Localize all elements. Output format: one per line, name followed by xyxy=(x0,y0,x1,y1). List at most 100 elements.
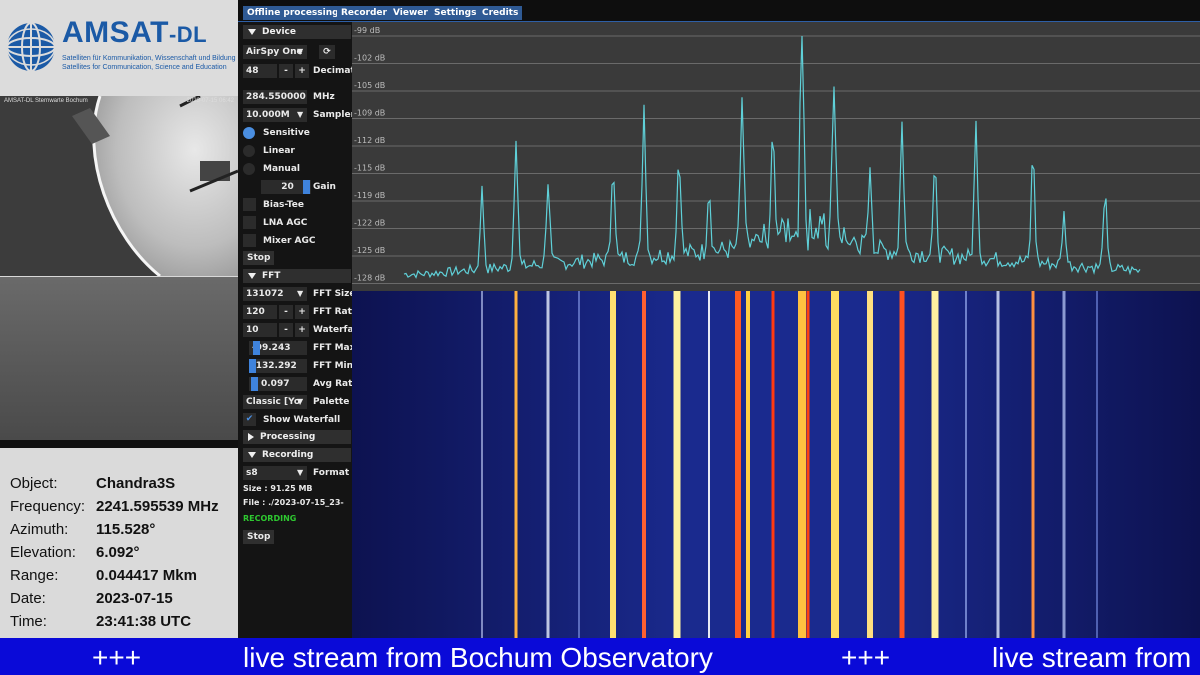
fft-rate-plus-button[interactable]: + xyxy=(295,305,309,319)
tab-viewer[interactable]: Viewer xyxy=(389,6,432,20)
ticker-separator: +++ xyxy=(841,642,891,673)
tab-offline-processing[interactable]: Offline processing xyxy=(243,6,343,20)
info-row-date: Date: 2023-07-15 xyxy=(10,590,173,607)
fft-size-label: FFT Size xyxy=(313,289,352,299)
fft-tick-label: -99 dB xyxy=(354,26,380,35)
ticker-message: live stream from Bochum Observatory xyxy=(243,642,713,673)
bias-tee-checkbox[interactable]: Bias-Tee xyxy=(243,198,352,212)
satellite-info-panel: Object: Chandra3S Frequency: 2241.595539 M… xyxy=(0,448,238,638)
decimation-input[interactable]: 48 xyxy=(243,64,277,78)
stream-overlay-left: AMSAT-DL Satelliten für Kommunikation, W… xyxy=(0,0,238,638)
tab-recorder[interactable]: Recorder xyxy=(337,6,391,20)
waterfall-rate-minus-button[interactable]: - xyxy=(279,323,293,337)
fft-max-slider-handle[interactable] xyxy=(253,341,260,355)
waterfall-signal-line xyxy=(735,291,741,638)
show-waterfall-checkbox[interactable]: ✔ Show Waterfall xyxy=(243,413,352,427)
expand-icon xyxy=(248,432,254,441)
waterfall-rate-plus-button[interactable]: + xyxy=(295,323,309,337)
decimation-row: 48 - + Decimation xyxy=(243,64,352,78)
samplerate-label: Samplerate xyxy=(313,110,352,120)
mixer-agc-checkbox[interactable]: Mixer AGC xyxy=(243,234,352,248)
decimation-plus-button[interactable]: + xyxy=(295,64,309,78)
waterfall-signal-line xyxy=(578,291,580,638)
logo-subtitle-de: Satelliten für Kommunikation, Wissenscha… xyxy=(62,55,236,62)
checkmark-icon: ✔ xyxy=(243,413,256,426)
decimation-minus-button[interactable]: - xyxy=(279,64,293,78)
avg-rate-row: 0.097 Avg Rate xyxy=(243,377,352,391)
camera-overlay-text: AMSAT-DL Sternwarte Bochum xyxy=(4,98,88,104)
waterfall-display[interactable] xyxy=(352,291,1200,638)
radio-icon xyxy=(243,163,255,175)
collapse-icon xyxy=(248,28,256,35)
fft-max-label: FFT Max xyxy=(313,343,352,353)
chevron-down-icon: ▼ xyxy=(297,47,304,56)
fft-rate-row: 120 - + FFT Rate xyxy=(243,305,352,319)
fft-rate-minus-button[interactable]: - xyxy=(279,305,293,319)
fft-svg: -99 dB -102 dB -105 dB -109 dB -112 dB -115 d… xyxy=(352,26,1200,284)
recorder-control-panel: Device AirSpy One ▼ ⟳ 48 - + Decimation … xyxy=(238,22,352,638)
sky-camera-feed xyxy=(0,277,238,440)
avg-rate-label: Avg Rate xyxy=(313,379,352,389)
chevron-down-icon: ▼ xyxy=(297,397,304,406)
globe-icon xyxy=(6,22,56,72)
lna-agc-checkbox[interactable]: LNA AGC xyxy=(243,216,352,230)
fft-tick-label: -125 dB xyxy=(354,246,385,255)
gain-mode-sensitive[interactable]: Sensitive xyxy=(243,126,352,140)
chevron-down-icon: ▼ xyxy=(297,289,304,298)
device-row: AirSpy One ▼ ⟳ xyxy=(243,45,352,59)
fft-tick-label: -115 dB xyxy=(354,164,385,173)
amsat-logo: AMSAT-DL Satelliten für Kommunikation, W… xyxy=(0,0,238,96)
fft-tick-label: -128 dB xyxy=(354,274,385,283)
waterfall-svg xyxy=(352,291,1200,638)
waterfall-signal-line xyxy=(931,291,939,638)
waterfall-signal-line xyxy=(673,291,681,638)
fft-tick-label: -105 dB xyxy=(354,81,385,90)
avg-rate-slider-handle[interactable] xyxy=(251,377,258,391)
fft-tick-label: -102 dB xyxy=(354,54,385,63)
divider xyxy=(0,440,238,448)
waterfall-signal-line xyxy=(610,291,616,638)
checkbox-icon xyxy=(243,234,256,247)
device-stop-button[interactable]: Stop xyxy=(243,251,275,265)
recording-stop-button[interactable]: Stop xyxy=(243,530,275,544)
processing-section-header[interactable]: Processing xyxy=(243,430,351,444)
sky-image xyxy=(0,277,238,440)
fft-spectrum-plot[interactable]: -99 dB -102 dB -105 dB -109 dB -112 dB -115 d… xyxy=(352,22,1200,291)
recording-section-header[interactable]: Recording xyxy=(243,448,351,462)
gain-slider-handle[interactable] xyxy=(303,180,310,194)
fft-rate-input[interactable]: 120 xyxy=(243,305,277,319)
gain-mode-linear[interactable]: Linear xyxy=(243,144,352,158)
gain-slider-row: 20 Gain xyxy=(243,180,352,194)
waterfall-signal-line xyxy=(546,291,550,638)
dish-image xyxy=(0,96,238,276)
fft-min-slider-handle[interactable] xyxy=(249,359,256,373)
info-row-object: Object: Chandra3S xyxy=(10,475,176,492)
dish-camera-feed: AMSAT-DL Sternwarte Bochum 2023-07-15 06… xyxy=(0,96,238,276)
waterfall-rate-label: Waterfall Rate xyxy=(313,325,352,335)
waterfall-rate-input[interactable]: 10 xyxy=(243,323,277,337)
waterfall-signal-line xyxy=(1096,291,1098,638)
frequency-unit: MHz xyxy=(313,92,335,102)
checkbox-icon xyxy=(243,198,256,211)
tab-credits[interactable]: Credits xyxy=(478,6,523,20)
waterfall-signal-line xyxy=(708,291,710,638)
fft-size-row: 131072 ▼ FFT Size xyxy=(243,287,352,301)
chevron-down-icon: ▼ xyxy=(297,468,304,477)
refresh-button[interactable]: ⟳ xyxy=(319,45,335,59)
collapse-icon xyxy=(248,272,256,279)
fft-min-row: -132.292 FFT Min xyxy=(243,359,352,373)
frequency-input[interactable]: 284.550000 xyxy=(243,90,307,104)
ticker-separator: +++ xyxy=(92,642,142,673)
news-ticker: +++ live stream from Bochum Observatory … xyxy=(0,638,1200,675)
device-section-header[interactable]: Device xyxy=(243,25,351,39)
recording-file: File : ./2023-07-15_23- xyxy=(243,498,344,507)
info-row-time: Time: 23:41:38 UTC xyxy=(10,613,192,630)
fft-min-slider[interactable]: -132.292 xyxy=(249,359,307,373)
waterfall-signal-line xyxy=(746,291,750,638)
decimation-label: Decimation xyxy=(313,66,352,76)
fft-section-header[interactable]: FFT xyxy=(243,269,351,283)
gain-mode-manual[interactable]: Manual xyxy=(243,162,352,176)
fft-tick-label: -119 dB xyxy=(354,191,385,200)
tab-settings[interactable]: Settings xyxy=(430,6,481,20)
frequency-row: 284.550000 MHz xyxy=(243,90,352,104)
